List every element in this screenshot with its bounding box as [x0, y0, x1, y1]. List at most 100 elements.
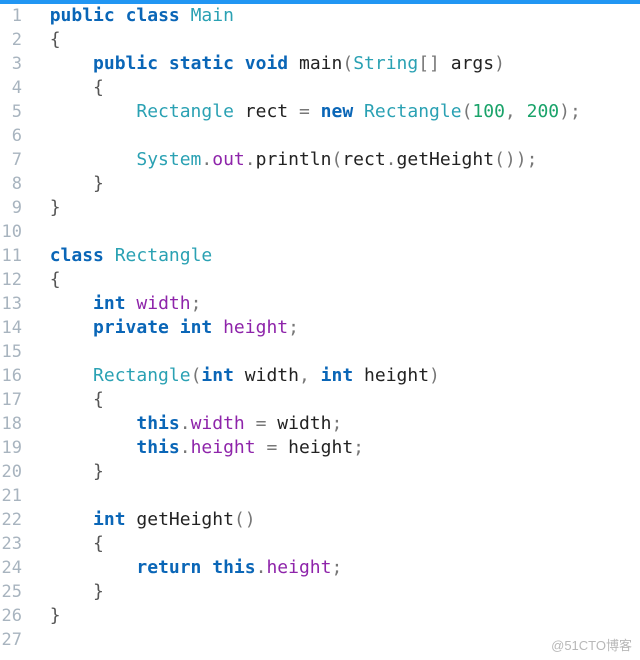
- token-ident: getHeight: [397, 149, 495, 170]
- token-punct: =: [256, 413, 267, 434]
- token-field: width: [136, 293, 190, 314]
- watermark: @51CTO博客: [551, 635, 632, 654]
- code-line: {: [28, 268, 640, 292]
- code-line: System.out.println(rect.getHeight());: [28, 148, 640, 172]
- token-punct: .: [201, 149, 212, 170]
- line-number: 22: [0, 508, 22, 532]
- token-punct: ;: [353, 437, 364, 458]
- line-number: 7: [0, 148, 22, 172]
- token-type: Rectangle: [115, 245, 213, 266]
- token-punct: []: [418, 53, 440, 74]
- token-brace: {: [50, 269, 61, 290]
- code-line: int getHeight(): [28, 508, 640, 532]
- line-number: 13: [0, 292, 22, 316]
- token-ident: getHeight: [136, 509, 234, 530]
- line-number: 10: [0, 220, 22, 244]
- token-punct: ;: [570, 101, 581, 122]
- token-kw: int: [180, 317, 213, 338]
- token-kw: int: [201, 365, 234, 386]
- token-kw: class: [126, 5, 180, 26]
- token-punct: .: [180, 413, 191, 434]
- code-line: this.height = height;: [28, 436, 640, 460]
- token-kw: private: [93, 317, 169, 338]
- token-brace: }: [93, 173, 104, 194]
- token-field: height: [191, 437, 256, 458]
- token-type: String: [353, 53, 418, 74]
- token-punct: (: [462, 101, 473, 122]
- token-ident: println: [256, 149, 332, 170]
- code-line: int width;: [28, 292, 640, 316]
- token-field: height: [266, 557, 331, 578]
- code-line: private int height;: [28, 316, 640, 340]
- token-punct: ): [494, 53, 505, 74]
- token-kw: static: [169, 53, 234, 74]
- line-number: 15: [0, 340, 22, 364]
- token-punct: ): [245, 509, 256, 530]
- code-line: {: [28, 76, 640, 100]
- code-line: public static void main(String[] args): [28, 52, 640, 76]
- line-number: 23: [0, 532, 22, 556]
- token-punct: (: [234, 509, 245, 530]
- token-punct: ;: [527, 149, 538, 170]
- code-line: {: [28, 28, 640, 52]
- token-ident: rect: [245, 101, 288, 122]
- token-punct: .: [256, 557, 267, 578]
- token-punct: .: [245, 149, 256, 170]
- token-punct: ): [505, 149, 516, 170]
- line-number: 17: [0, 388, 22, 412]
- token-punct: ): [516, 149, 527, 170]
- token-kw: this: [136, 437, 179, 458]
- code-editor: 1234567891011121314151617181920212223242…: [0, 4, 640, 652]
- token-kw: this: [136, 413, 179, 434]
- line-number: 1: [0, 4, 22, 28]
- token-punct: ;: [191, 293, 202, 314]
- code-line: this.width = width;: [28, 412, 640, 436]
- token-ident: width: [277, 413, 331, 434]
- line-number: 26: [0, 604, 22, 628]
- line-number: 21: [0, 484, 22, 508]
- token-brace: {: [93, 533, 104, 554]
- line-number: 24: [0, 556, 22, 580]
- code-line: }: [28, 196, 640, 220]
- token-ident: args: [451, 53, 494, 74]
- token-type: Main: [191, 5, 234, 26]
- line-number: 14: [0, 316, 22, 340]
- token-field: height: [223, 317, 288, 338]
- token-punct: ): [429, 365, 440, 386]
- line-number: 6: [0, 124, 22, 148]
- token-punct: ;: [331, 557, 342, 578]
- code-line: [28, 220, 640, 244]
- token-num: 100: [472, 101, 505, 122]
- token-brace: {: [93, 389, 104, 410]
- line-number: 19: [0, 436, 22, 460]
- token-brace: }: [50, 197, 61, 218]
- code-line: Rectangle(int width, int height): [28, 364, 640, 388]
- line-number: 25: [0, 580, 22, 604]
- code-line: }: [28, 580, 640, 604]
- line-number: 11: [0, 244, 22, 268]
- token-type: System: [136, 149, 201, 170]
- code-line: [28, 628, 640, 652]
- token-kw: int: [93, 509, 126, 530]
- code-line: }: [28, 460, 640, 484]
- code-line: }: [28, 172, 640, 196]
- code-line: public class Main: [28, 4, 640, 28]
- code-line: class Rectangle: [28, 244, 640, 268]
- token-ident: height: [288, 437, 353, 458]
- token-kw: void: [245, 53, 288, 74]
- token-type: Rectangle: [93, 365, 191, 386]
- line-number: 2: [0, 28, 22, 52]
- token-kw: new: [321, 101, 354, 122]
- code-area: public class Main { public static void m…: [28, 4, 640, 652]
- line-number: 18: [0, 412, 22, 436]
- token-kw: this: [212, 557, 255, 578]
- token-kw: public: [93, 53, 158, 74]
- token-brace: }: [50, 605, 61, 626]
- token-brace: }: [93, 461, 104, 482]
- token-brace: }: [93, 581, 104, 602]
- token-punct: ,: [505, 101, 516, 122]
- token-punct: (: [191, 365, 202, 386]
- token-ident: width: [245, 365, 299, 386]
- code-line: return this.height;: [28, 556, 640, 580]
- line-number-gutter: 1234567891011121314151617181920212223242…: [0, 4, 28, 652]
